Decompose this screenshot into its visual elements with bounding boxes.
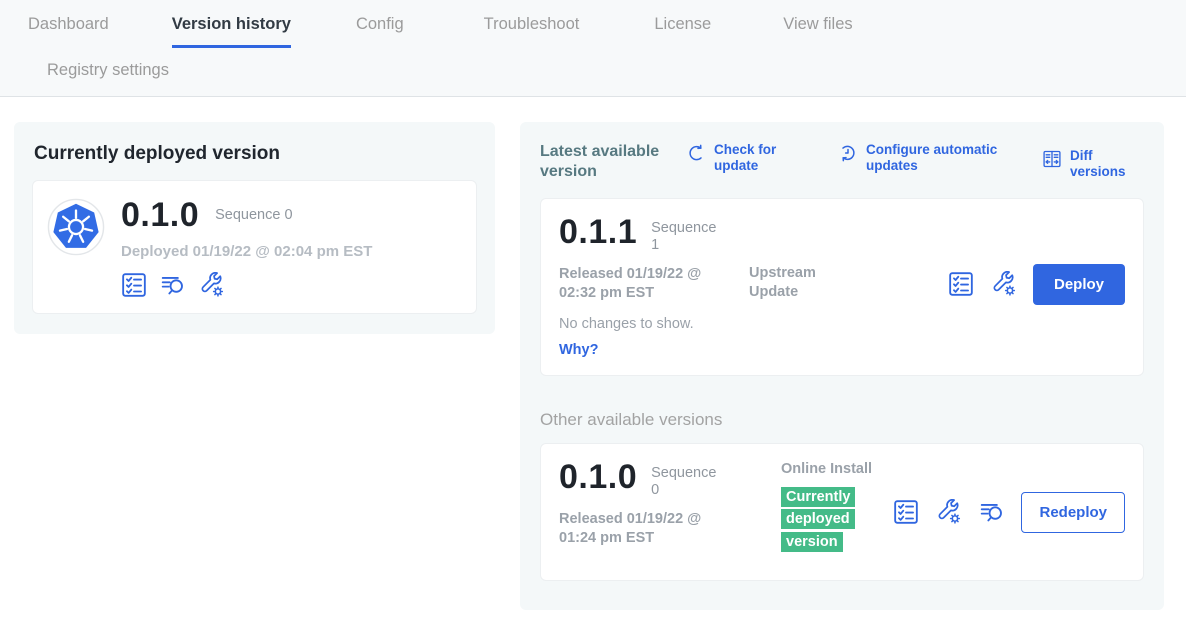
deployed-timestamp: Deployed 01/19/22 @ 02:04 pm EST [121, 243, 372, 260]
version-action-icons [121, 272, 372, 298]
panel-title: Currently deployed version [34, 143, 477, 165]
check-for-update-label: Check for update [714, 142, 786, 174]
version-number: 0.1.1 [559, 215, 637, 249]
panel-title: Latest available version [540, 142, 672, 182]
diff-icon [1042, 149, 1062, 169]
config-wrench-icon[interactable] [991, 271, 1017, 297]
deployed-version-details: 0.1.0 Sequence 0 Deployed 01/19/22 @ 02:… [121, 198, 372, 298]
redeploy-button[interactable]: Redeploy [1021, 492, 1125, 533]
preflight-checklist-icon[interactable] [121, 272, 147, 298]
currently-deployed-badge: Currently deployed version [781, 486, 877, 553]
tab-version-history[interactable]: Version history [172, 15, 291, 48]
other-available-versions-title: Other available versions [540, 410, 1144, 430]
deploy-button[interactable]: Deploy [1033, 264, 1125, 305]
version-number: 0.1.0 [559, 460, 637, 494]
other-version-card: 0.1.0 Sequence 0 Released 01/19/22 @ 01:… [540, 443, 1144, 581]
config-wrench-icon[interactable] [936, 499, 962, 525]
schedule-refresh-icon [838, 143, 858, 163]
version-source-column: Online Install Currently deployed versio… [781, 460, 889, 553]
currently-deployed-panel: Currently deployed version 0.1.0 Sequenc… [14, 122, 495, 334]
refresh-icon [686, 143, 706, 163]
tab-view-files[interactable]: View files [783, 15, 852, 48]
latest-version-card: 0.1.1 Sequence 1 Released 01/19/22 @ 02:… [540, 198, 1144, 376]
sequence-label: Sequence 0 [215, 207, 292, 223]
deployed-version-card: 0.1.0 Sequence 0 Deployed 01/19/22 @ 02:… [32, 180, 477, 314]
diff-versions-link[interactable]: Diff versions [1042, 148, 1144, 180]
tab-registry-settings[interactable]: Registry settings [47, 61, 1186, 80]
configure-automatic-updates-label: Configure automatic updates [866, 142, 1026, 174]
why-link[interactable]: Why? [559, 342, 1125, 358]
sequence-label: Sequence 1 [651, 215, 725, 255]
tab-troubleshoot[interactable]: Troubleshoot [484, 15, 580, 48]
sequence-label: Sequence 0 [651, 460, 725, 500]
tab-license[interactable]: License [654, 15, 711, 48]
config-wrench-icon[interactable] [199, 272, 225, 298]
status-badge: Currently deployed version [781, 487, 855, 552]
configure-automatic-updates-link[interactable]: Configure automatic updates [838, 142, 1026, 174]
changes-note: No changes to show. [559, 316, 1125, 332]
secondary-tabs: Registry settings [0, 61, 1186, 80]
deploy-logs-icon[interactable] [979, 499, 1005, 525]
primary-tabs: Dashboard Version history Config Trouble… [0, 0, 1186, 48]
top-navigation: Dashboard Version history Config Trouble… [0, 0, 1186, 97]
check-for-update-link[interactable]: Check for update [686, 142, 786, 174]
diff-versions-label: Diff versions [1070, 148, 1144, 180]
kubernetes-logo-icon [47, 198, 105, 256]
released-timestamp: Released 01/19/22 @ 01:24 pm EST [559, 510, 727, 549]
tab-dashboard[interactable]: Dashboard [28, 15, 109, 48]
available-versions-header: Latest available version Check for updat… [540, 142, 1144, 182]
version-source: Online Install [781, 460, 876, 480]
preflight-checklist-icon[interactable] [948, 271, 974, 297]
version-action-icons [948, 271, 1017, 297]
released-timestamp: Released 01/19/22 @ 02:32 pm EST [559, 265, 727, 304]
preflight-checklist-icon[interactable] [893, 499, 919, 525]
version-source: Upstream Update [749, 264, 844, 303]
deploy-logs-icon[interactable] [160, 272, 186, 298]
version-details: 0.1.0 Sequence 0 Released 01/19/22 @ 01:… [559, 460, 759, 549]
available-versions-panel: Latest available version Check for updat… [520, 122, 1164, 610]
version-number: 0.1.0 [121, 198, 199, 232]
version-action-icons [893, 499, 1005, 525]
tab-config[interactable]: Config [356, 15, 404, 48]
